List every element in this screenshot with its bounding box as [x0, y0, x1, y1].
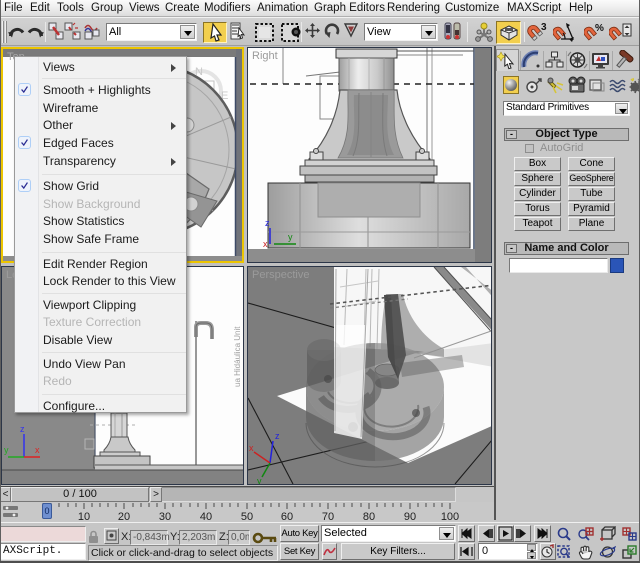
- svg-text:x: x: [35, 445, 40, 455]
- svg-text:z: z: [275, 431, 280, 441]
- svg-text:ua Hidáulica Unit: ua Hidáulica Unit: [233, 326, 242, 387]
- svg-text:60: 60: [281, 511, 293, 522]
- svg-text:40: 40: [200, 511, 212, 522]
- svg-text:80: 80: [363, 511, 375, 522]
- svg-text:y: y: [257, 476, 262, 484]
- svg-text:x: x: [249, 443, 254, 453]
- svg-text:z: z: [265, 218, 270, 228]
- svg-text:50: 50: [241, 511, 253, 522]
- svg-text:70: 70: [322, 511, 334, 522]
- svg-text:%: %: [595, 23, 604, 34]
- svg-text:z: z: [20, 424, 25, 434]
- svg-text:30: 30: [159, 511, 171, 522]
- svg-text:90: 90: [404, 511, 416, 522]
- svg-text:20: 20: [118, 511, 130, 522]
- svg-text:100: 100: [441, 511, 459, 522]
- svg-text:y: y: [4, 445, 9, 455]
- svg-text:3: 3: [541, 22, 547, 33]
- svg-text:x: x: [263, 239, 268, 249]
- svg-text:y: y: [288, 232, 293, 242]
- svg-text:10: 10: [78, 511, 90, 522]
